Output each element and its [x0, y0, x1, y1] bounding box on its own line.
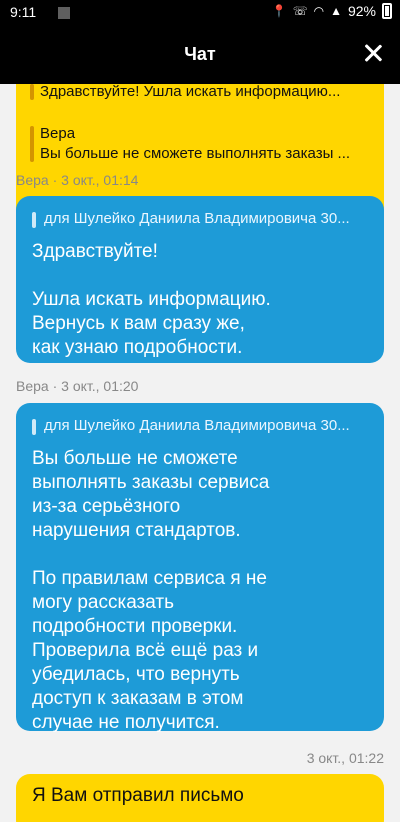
battery-percent: 92%	[347, 3, 376, 19]
chat-messages[interactable]: Здравствуйте! Ушла искать информацию... …	[0, 84, 400, 822]
reply-quote: Вера Вы больше не сможете выполнять зака…	[30, 124, 370, 164]
support-message-bubble: для Шулейко Даниила Владимировича 30... …	[16, 403, 384, 733]
status-icons: 📍 ☏ ◠ ▲ 92%	[272, 3, 392, 19]
status-time: 9:11	[10, 4, 37, 20]
message-text: Вы больше не сможете выполнять заказы се…	[32, 448, 270, 733]
page-title: Чат	[184, 44, 216, 64]
message-text: Здравствуйте! Ушла искать информацию. Ве…	[32, 241, 271, 358]
call-icon: ☏	[292, 4, 308, 18]
chat-header: Чат	[0, 26, 400, 84]
message-meta: 3 окт., 01:22	[306, 750, 384, 766]
signal-icon: ▲	[330, 4, 342, 18]
location-icon: 📍	[271, 4, 287, 18]
notification-icon	[58, 7, 70, 19]
user-message-bubble: Я Вам отправил письмо	[16, 774, 384, 822]
reply-quote: для Шулейко Даниила Владимировича 30...	[32, 415, 368, 437]
message-meta: Вера · 3 окт., 01:20	[16, 378, 139, 394]
close-icon[interactable]	[360, 40, 386, 66]
support-message-bubble: для Шулейко Даниила Владимировича 30... …	[16, 196, 384, 363]
status-bar: 9:11 📍 ☏ ◠ ▲ 92%	[0, 0, 400, 26]
quote-author: Вера	[40, 125, 76, 142]
reply-quote: для Шулейко Даниила Владимировича 30...	[32, 208, 368, 230]
wifi-icon: ◠	[313, 4, 325, 18]
reply-quote: Здравствуйте! Ушла искать информацию...	[30, 84, 370, 102]
battery-icon	[382, 3, 392, 19]
message-meta: Вера · 3 окт., 01:14	[16, 172, 139, 188]
quote-text: Вы больше не сможете выполнять заказы ..…	[40, 145, 351, 162]
